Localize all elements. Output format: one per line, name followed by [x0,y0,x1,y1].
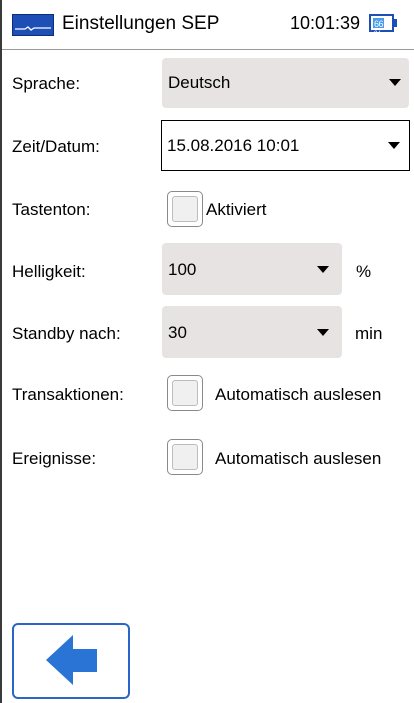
chevron-down-icon [389,79,401,86]
events-label: Ereignisse: [12,449,97,468]
key-tone-checkbox-label: Aktiviert [206,200,267,219]
app-logo-icon [12,14,54,36]
chevron-down-icon [388,142,400,149]
back-button[interactable] [12,623,130,699]
datetime-select[interactable]: 15.08.2016 10:01 [161,120,410,171]
key-tone-checkbox[interactable] [167,191,203,227]
chevron-down-icon [317,329,329,336]
brightness-select-value: 100 [168,260,197,279]
standby-select-value: 30 [168,323,187,342]
standby-unit: min [355,324,383,343]
transactions-checkbox[interactable] [167,375,203,411]
datetime-select-value: 15.08.2016 10:01 [167,136,300,155]
battery-icon: 66 % [369,14,397,39]
header-divider [2,49,414,50]
events-checkbox-label: Automatisch auslesen [215,449,382,468]
datetime-label: Zeit/Datum: [12,137,100,156]
events-checkbox[interactable] [167,439,203,475]
language-label: Sprache: [12,74,81,93]
battery-percent: 66 % [374,19,384,39]
brightness-select[interactable]: 100 [162,243,342,295]
brightness-unit: % [356,262,372,281]
page-title: Einstellungen SEP [62,13,220,34]
standby-label: Standby nach: [12,324,121,343]
brightness-label: Helligkeit: [12,262,86,281]
transactions-label: Transaktionen: [12,385,124,404]
arrow-left-icon [46,635,97,685]
language-select-value: Deutsch [168,73,231,92]
key-tone-label: Tastenton: [12,200,91,219]
clock: 10:01:39 [290,13,361,33]
window-frame-left [0,0,2,703]
standby-select[interactable]: 30 [162,306,342,358]
title-bar: Einstellungen SEP 10:01:39 66 % [0,0,414,50]
chevron-down-icon [317,266,329,273]
language-select[interactable]: Deutsch [162,58,409,108]
transactions-checkbox-label: Automatisch auslesen [215,385,382,404]
